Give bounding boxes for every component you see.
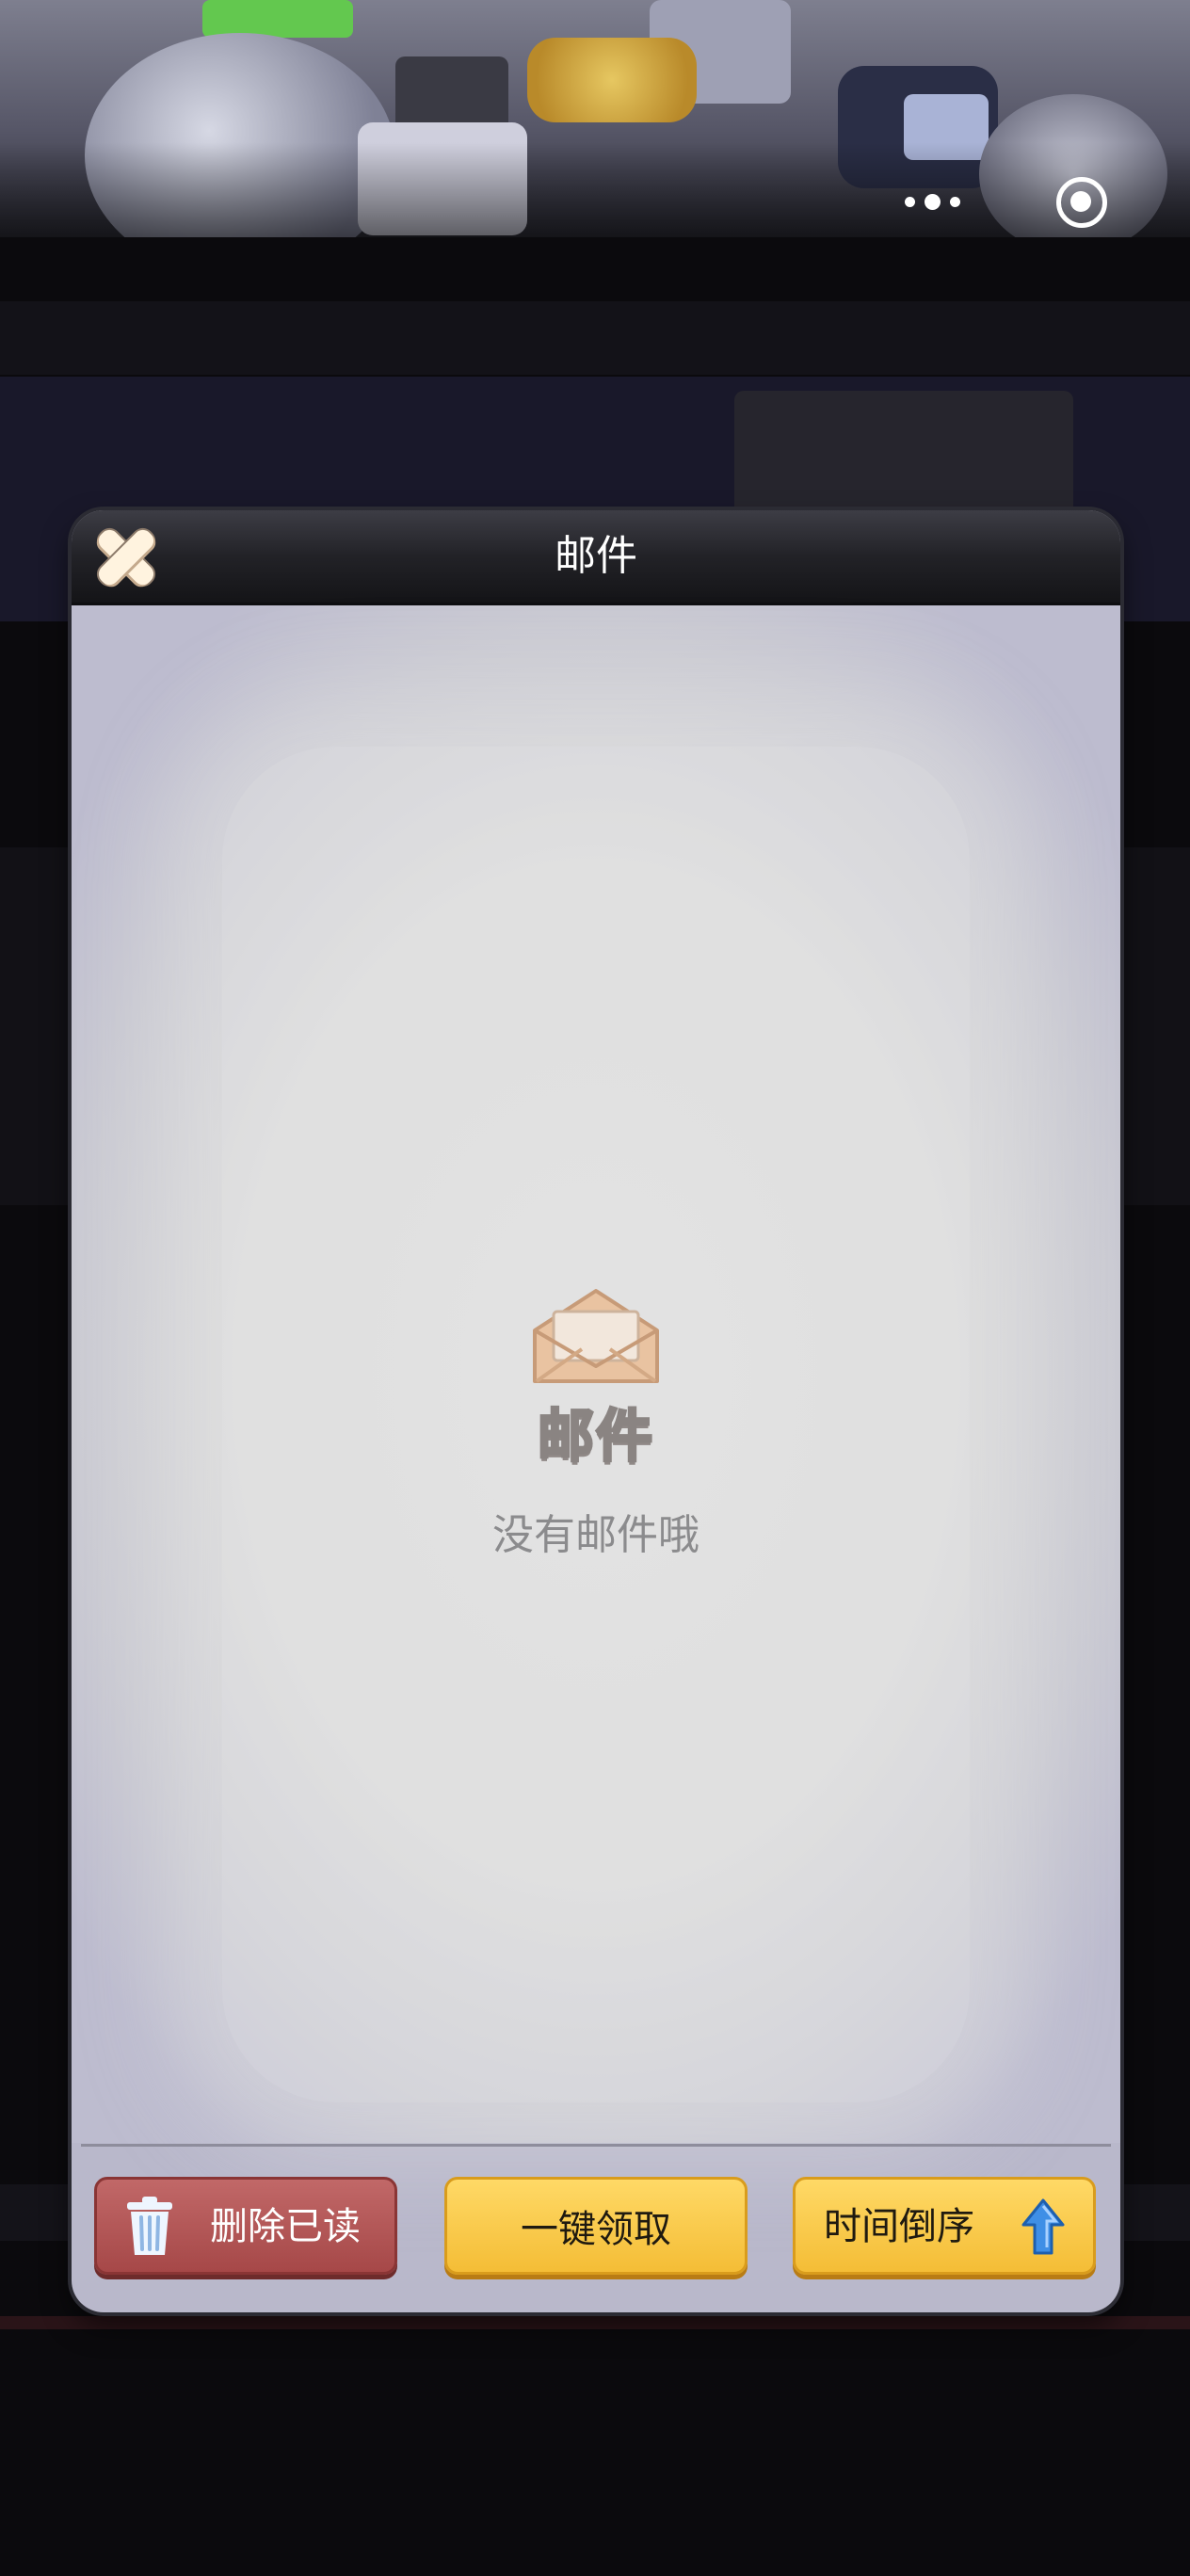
- background-dim-area: [0, 2316, 1190, 2329]
- background-dim-area: [0, 301, 1190, 375]
- mail-panel: 邮件 邮件 没有邮件哦 删除已读 一键领取 时间倒序: [72, 510, 1120, 2312]
- close-icon[interactable]: [90, 522, 162, 593]
- target-exit-icon[interactable]: [1054, 175, 1107, 228]
- delete-read-label: 删除已读: [210, 2205, 361, 2248]
- divider: [81, 2144, 1111, 2147]
- mail-list-area[interactable]: 邮件 没有邮件哦: [72, 605, 1120, 2143]
- envelope-icon: [533, 1289, 659, 1383]
- arrow-up-icon: [1021, 2198, 1065, 2255]
- claim-all-label: 一键领取: [521, 2208, 671, 2251]
- mini-program-capsule: [885, 175, 1130, 228]
- sort-time-button[interactable]: 时间倒序: [793, 2177, 1096, 2275]
- empty-state: 邮件 没有邮件哦: [72, 1283, 1120, 1561]
- delete-read-button[interactable]: 删除已读: [94, 2177, 397, 2275]
- panel-header: 邮件: [72, 510, 1120, 605]
- empty-message: 没有邮件哦: [492, 1511, 700, 1559]
- sort-time-label: 时间倒序: [824, 2205, 974, 2248]
- claim-all-button[interactable]: 一键领取: [444, 2177, 748, 2275]
- panel-title: 邮件: [555, 532, 637, 580]
- empty-logo-text: 邮件: [537, 1403, 654, 1472]
- more-dots-icon[interactable]: [885, 175, 979, 228]
- trash-icon: [127, 2197, 172, 2255]
